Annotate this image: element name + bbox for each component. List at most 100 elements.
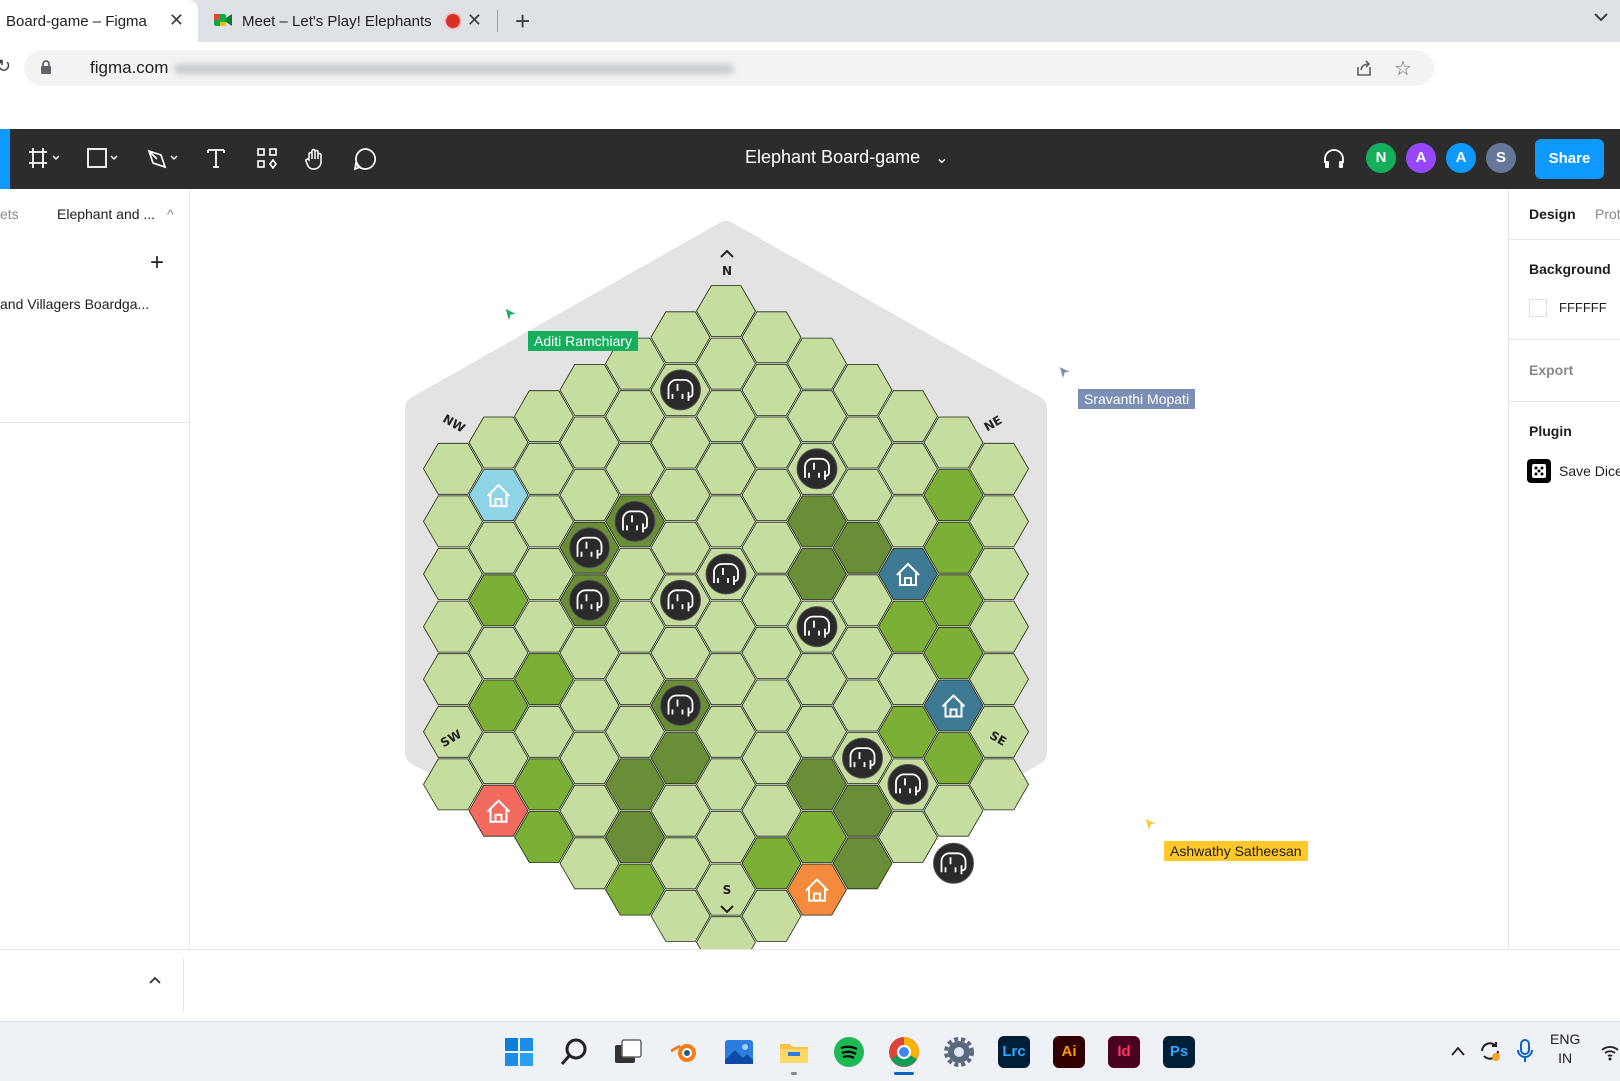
frame-tool-icon[interactable] [28, 147, 62, 175]
panel-divider [1509, 401, 1620, 402]
tab-divider [497, 10, 498, 32]
close-tab-icon[interactable]: ✕ [467, 10, 482, 31]
chevron-up-icon: ^ [166, 206, 174, 222]
tab-design[interactable]: Design [1529, 206, 1576, 222]
omnibox[interactable]: figma.com ☆ [24, 50, 1434, 86]
color-swatch[interactable] [1529, 299, 1547, 317]
start-icon[interactable] [503, 1036, 535, 1068]
url-path-blurred [174, 64, 734, 74]
tab-search-icon[interactable] [1592, 8, 1610, 31]
browser-tab-strip: Board-game – Figma ✕ Meet – Let's Play! … [0, 0, 1620, 42]
text-tool-icon[interactable] [206, 147, 226, 175]
recording-icon [446, 14, 460, 28]
tab-assets[interactable]: ets [0, 206, 19, 222]
avatar[interactable]: N [1366, 143, 1396, 173]
page-selector[interactable]: Elephant and ... ^ [57, 206, 174, 222]
cursor-label: Aditi Ramchiary [528, 331, 639, 351]
cursor-pointer-icon [504, 307, 519, 328]
photoshop-icon[interactable]: Ps [1163, 1036, 1195, 1068]
direction-s: S [723, 883, 732, 897]
bottom-bar [0, 949, 1620, 1022]
share-button[interactable]: Share [1535, 139, 1604, 179]
panel-divider [1509, 339, 1620, 340]
close-tab-icon[interactable]: ✕ [169, 10, 184, 31]
elephant-token[interactable] [933, 842, 974, 884]
canvas[interactable]: N S NW NE SW SE Aditi Ramchiary Sravanth… [190, 189, 1508, 949]
hex-board[interactable]: N S NW NE SW SE [190, 189, 1508, 949]
panel-divider [1509, 239, 1620, 240]
tab-figma[interactable]: Board-game – Figma ✕ [0, 0, 198, 42]
panel-divider [0, 422, 189, 423]
wifi-icon[interactable] [1600, 1042, 1620, 1067]
add-page-button[interactable]: + [150, 249, 164, 277]
chevron-up-icon[interactable] [148, 972, 162, 990]
audio-headphones-icon[interactable] [1322, 147, 1346, 177]
plugin-name[interactable]: Save Dice [1559, 463, 1620, 479]
files-icon[interactable] [778, 1036, 810, 1068]
sync-icon[interactable] [1478, 1039, 1502, 1068]
elephant-token[interactable] [660, 579, 701, 621]
layer-item[interactable]: and Villagers Boardga... [0, 296, 149, 312]
elephant-token[interactable] [842, 737, 883, 779]
language-indicator[interactable]: ENG IN [1550, 1030, 1580, 1068]
dice-icon[interactable] [1527, 459, 1551, 483]
cursor-pointer-icon [1058, 365, 1073, 386]
photos-icon[interactable] [723, 1036, 755, 1068]
illustrator-icon[interactable]: Ai [1053, 1036, 1085, 1068]
reload-icon[interactable]: ↻ [0, 56, 11, 77]
chevron-down-icon: ⌄ [935, 150, 949, 167]
elephant-token[interactable] [705, 553, 747, 595]
tab-prototype[interactable]: Prot [1595, 206, 1620, 222]
indesign-icon[interactable]: Id [1108, 1036, 1140, 1068]
elephant-token[interactable] [614, 500, 656, 542]
avatar[interactable]: S [1486, 143, 1516, 173]
tab-title: Board-game – Figma [6, 12, 147, 30]
document-title[interactable]: Elephant Board-game ⌄ [745, 147, 949, 168]
microphone-icon[interactable] [1516, 1038, 1534, 1069]
blender-icon[interactable] [668, 1036, 700, 1068]
main-menu-button[interactable] [0, 129, 10, 189]
lock-icon[interactable] [40, 60, 52, 80]
cursor-label: Sravanthi Mopati [1078, 389, 1196, 409]
cursor-label: Ashwathy Satheesan [1164, 841, 1308, 861]
chevron-up-icon[interactable] [1450, 1044, 1466, 1062]
spotify-icon[interactable] [833, 1036, 865, 1068]
document-title-text: Elephant Board-game [745, 147, 921, 167]
background-value[interactable]: FFFFFF [1559, 300, 1607, 315]
new-tab-button[interactable]: + [515, 6, 530, 37]
elephant-token[interactable] [660, 685, 701, 726]
lightroom-icon[interactable]: Lrc [998, 1036, 1030, 1068]
comment-tool-icon[interactable] [353, 147, 377, 177]
taskview-icon[interactable] [612, 1036, 644, 1068]
elephant-token[interactable] [569, 579, 610, 621]
lang-line2: IN [1558, 1050, 1573, 1066]
address-bar: ↻ figma.com ☆ [0, 42, 1620, 130]
elephant-token[interactable] [660, 369, 701, 411]
pen-tool-icon[interactable] [146, 147, 180, 175]
elephant-token[interactable] [796, 448, 838, 490]
settings-icon[interactable] [943, 1036, 975, 1068]
hand-tool-icon[interactable] [303, 147, 327, 177]
elephant-token[interactable] [796, 606, 838, 648]
tab-title: Meet – Let's Play! Elephants [242, 12, 432, 30]
shape-tool-icon[interactable] [86, 147, 120, 175]
lang-line1: ENG [1550, 1031, 1581, 1047]
design-panel: Design Prot Background FFFFFF Export Plu… [1508, 189, 1620, 949]
share-page-icon[interactable] [1354, 58, 1374, 83]
running-indicator [791, 1072, 797, 1075]
avatar[interactable]: A [1406, 143, 1436, 173]
page-name: Elephant and ... [57, 206, 156, 222]
layers-panel: ets Elephant and ... ^ + and Villagers B… [0, 189, 190, 949]
elephant-token[interactable] [887, 763, 929, 805]
panel-divider [183, 958, 184, 1012]
figma-toolbar: Elephant Board-game ⌄ N A A S Share [0, 129, 1620, 189]
resources-tool-icon[interactable] [256, 147, 278, 175]
tab-meet[interactable]: Meet – Let's Play! Elephants ✕ [206, 0, 496, 42]
elephant-token[interactable] [569, 527, 610, 569]
avatar[interactable]: A [1446, 143, 1476, 173]
search-icon[interactable] [558, 1036, 590, 1068]
chrome-icon[interactable] [888, 1036, 920, 1068]
bookmark-star-icon[interactable]: ☆ [1394, 56, 1412, 81]
export-title[interactable]: Export [1529, 362, 1573, 378]
plugin-title: Plugin [1529, 423, 1572, 439]
